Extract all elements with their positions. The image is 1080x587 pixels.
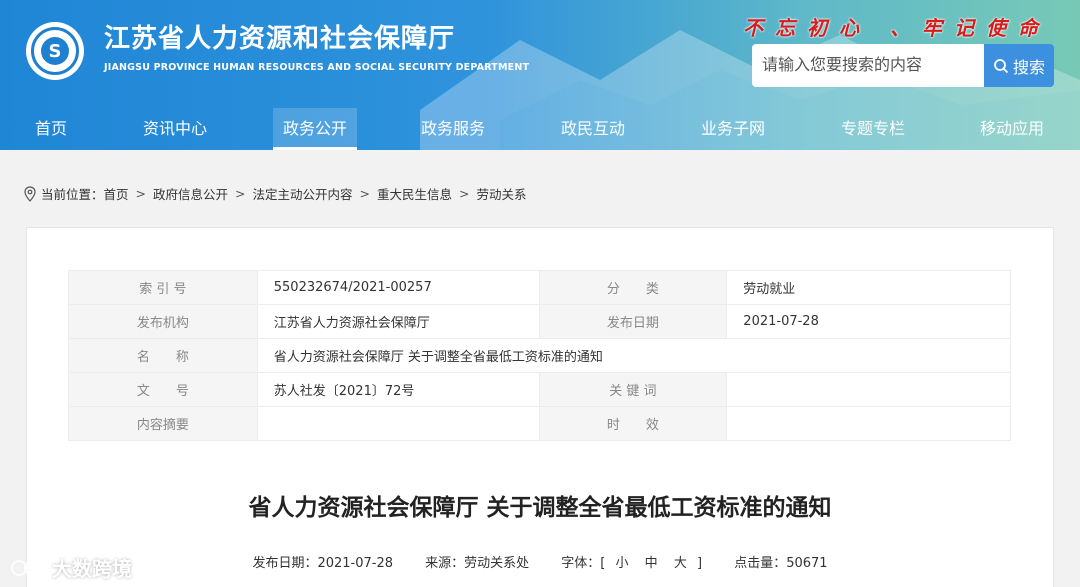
breadcrumb-livelihood[interactable]: 重大民生信息 [377, 184, 452, 203]
validity-value [726, 406, 1011, 441]
breadcrumb: 当前位置： 首页 > 政府信息公开 > 法定主动公开内容 > 重大民生信息 > … [24, 184, 527, 203]
nav-item-interaction[interactable]: 政民互动 [553, 108, 633, 150]
keywords-value [726, 372, 1011, 407]
site-subtitle: JIANGSU PROVINCE HUMAN RESOURCES AND SOC… [104, 62, 530, 73]
search-icon [994, 58, 1009, 73]
breadcrumb-gov-info[interactable]: 政府信息公开 [153, 184, 228, 203]
nav-item-special-topics[interactable]: 专题专栏 [833, 108, 913, 150]
site-header: S 江苏省人力资源和社会保障厅 JIANGSU PROVINCE HUMAN R… [0, 0, 1080, 150]
search-button[interactable]: 搜索 [984, 44, 1054, 87]
breadcrumb-separator: > [459, 186, 470, 201]
font-size-small-button[interactable]: 小 [616, 556, 629, 571]
category-label: 分 类 [538, 270, 728, 305]
table-row: 文 号 苏人社发〔2021〕72号 关 键 词 [68, 372, 1011, 407]
site-title: 江苏省人力资源和社会保障厅 [104, 24, 456, 54]
table-row: 索 引 号 550232674/2021-00257 分 类 劳动就业 [68, 270, 1011, 305]
table-row: 名 称 省人力资源社会保障厅 关于调整全省最低工资标准的通知 [68, 338, 1012, 373]
nav-item-home[interactable]: 首页 [16, 108, 86, 150]
nav-item-gov-services[interactable]: 政务服务 [413, 108, 493, 150]
slogan: 不忘初心 、牢记使命 [743, 16, 1050, 40]
validity-label: 时 效 [538, 406, 728, 441]
provincial-emblem-icon[interactable]: S [26, 22, 84, 80]
click-count: 点击量：50671 [734, 556, 828, 571]
breadcrumb-home[interactable]: 首页 [104, 184, 129, 203]
index-value: 550232674/2021-00257 [256, 270, 540, 305]
breadcrumb-separator: > [135, 186, 147, 201]
main-nav: 首页 资讯中心 政务公开 政务服务 政民互动 业务子网 专题专栏 移动应用 [0, 108, 1080, 150]
breadcrumb-prefix: 当前位置： [41, 187, 104, 202]
breadcrumb-separator: > [359, 186, 371, 201]
name-label: 名 称 [68, 338, 258, 373]
source: 来源：劳动关系处 [425, 556, 530, 571]
publisher-label: 发布机构 [68, 304, 258, 339]
index-label: 索 引 号 [68, 270, 258, 305]
publisher-value: 江苏省人力资源社会保障厅 [256, 304, 540, 339]
doc-number-value: 苏人社发〔2021〕72号 [256, 372, 540, 407]
location-pin-icon [24, 185, 36, 202]
category-value: 劳动就业 [726, 270, 1011, 305]
document-title: 省人力资源社会保障厅 关于调整全省最低工资标准的通知 [248, 495, 832, 521]
font-size-large-button[interactable]: 大 [674, 556, 687, 571]
font-size-close: ] [696, 556, 703, 571]
search-input[interactable] [752, 44, 984, 87]
document-info-bar: 发布日期：2021-07-28 来源：劳动关系处 字体：[ 小 中 大 ] 点击… [0, 552, 1080, 571]
document-meta-table: 索 引 号 550232674/2021-00257 分 类 劳动就业 发布机构… [68, 270, 1012, 441]
abstract-value [256, 406, 540, 441]
publish-date-label: 发布日期 [538, 304, 728, 339]
watermark: 大数跨境 [10, 553, 132, 582]
publish-date: 发布日期：2021-07-28 [252, 556, 393, 571]
breadcrumb-statutory[interactable]: 法定主动公开内容 [253, 184, 353, 203]
name-value: 省人力资源社会保障厅 关于调整全省最低工资标准的通知 [256, 338, 1012, 373]
nav-item-news[interactable]: 资讯中心 [135, 108, 215, 150]
publish-date-value: 2021-07-28 [726, 304, 1011, 339]
breadcrumb-labor-relations[interactable]: 劳动关系 [477, 184, 527, 203]
watermark-text: 大数跨境 [52, 557, 132, 581]
breadcrumb-separator: > [235, 186, 246, 201]
font-size-control: 字体：[ 小 中 大 ] [561, 556, 706, 571]
table-row: 发布机构 江苏省人力资源社会保障厅 发布日期 2021-07-28 [68, 304, 1011, 339]
nav-item-sub-sites[interactable]: 业务子网 [693, 108, 773, 150]
abstract-label: 内容摘要 [68, 406, 258, 441]
doc-number-label: 文 号 [68, 372, 258, 407]
nav-item-gov-affairs[interactable]: 政务公开 [273, 108, 357, 150]
search-button-label: 搜索 [1012, 57, 1045, 77]
font-size-medium-button[interactable]: 中 [645, 556, 658, 571]
keywords-label: 关 键 词 [538, 372, 728, 407]
font-size-label: 字体：[ [561, 556, 606, 571]
watermark-logo-icon [11, 559, 48, 576]
table-row: 内容摘要 时 效 [68, 406, 1011, 441]
nav-item-mobile-apps[interactable]: 移动应用 [972, 108, 1052, 150]
